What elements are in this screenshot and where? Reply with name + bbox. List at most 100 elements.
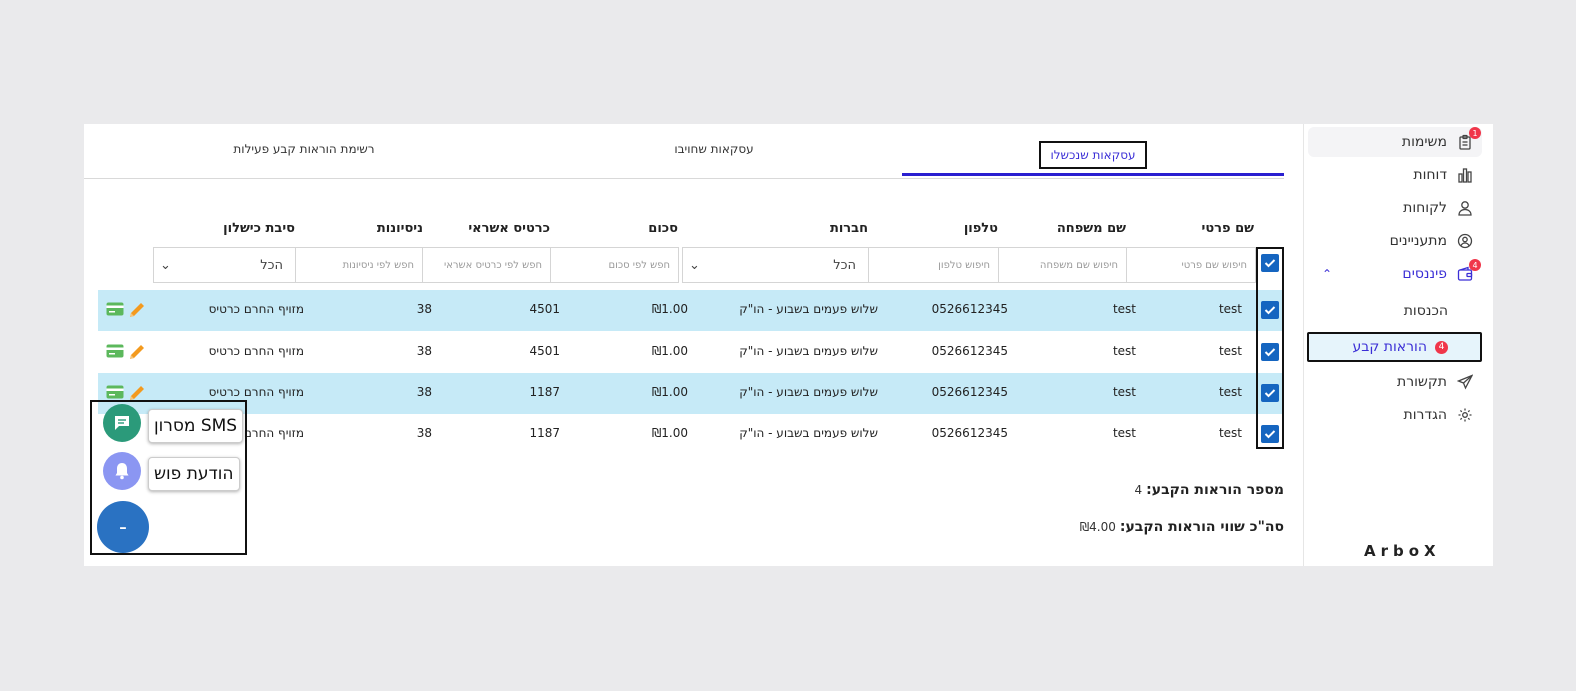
cell-attempts: 38 xyxy=(416,302,432,316)
credit-card-icon[interactable] xyxy=(106,301,124,320)
tasks-badge: 1 xyxy=(1469,127,1481,139)
bell-icon xyxy=(115,463,129,480)
cell-amount: ₪1.00 xyxy=(651,302,688,316)
sidebar-item-label: דוחות xyxy=(1413,167,1447,183)
count-label: מספר הוראות הקבע: xyxy=(1146,482,1284,498)
cell-card: 1187 xyxy=(529,385,560,399)
membership-select[interactable]: ⌄ הכל xyxy=(682,247,869,283)
cell-attempts: 38 xyxy=(416,426,432,440)
cell-last-name: test xyxy=(1112,426,1136,440)
sidebar-item-reports[interactable]: דוחות xyxy=(1308,160,1482,190)
cell-first-name: test xyxy=(1218,302,1242,316)
wallet-icon: 4 xyxy=(1456,259,1481,283)
card-search-input[interactable]: חפש לפי כרטיס אשראי xyxy=(422,247,551,283)
sidebar-item-label: הוראות קבע xyxy=(1352,339,1427,355)
chevron-down-icon: ⌄ xyxy=(160,257,171,273)
column-header-last-name: שם משפחה xyxy=(1056,221,1126,236)
sidebar-item-label: מתעניינים xyxy=(1389,233,1447,249)
tabs-bar: עסקאות שנכשלו עסקאות שחויבו רשימת הוראות… xyxy=(84,124,1284,179)
fab-main-button[interactable]: - xyxy=(97,501,149,553)
membership-select-value: הכל xyxy=(833,257,856,273)
sidebar-item-customers[interactable]: לקוחות xyxy=(1308,193,1482,223)
total-value: ₪4.00 xyxy=(1079,520,1116,534)
count-value: 4 xyxy=(1134,483,1143,497)
checkbox-column-highlight xyxy=(1256,247,1284,449)
sidebar-item-standing-orders[interactable]: הוראות קבע 4 xyxy=(1307,332,1482,362)
sms-fab-label[interactable]: מסרון SMS xyxy=(148,409,244,443)
cell-card: 1187 xyxy=(529,426,560,440)
failure-reason-select-value: הכל xyxy=(260,257,283,273)
cell-phone: 0526612345 xyxy=(931,426,1008,440)
cell-last-name: test xyxy=(1112,302,1136,316)
cell-amount: ₪1.00 xyxy=(651,426,688,440)
standing-orders-count: מספר הוראות הקבע:4 xyxy=(1135,482,1284,498)
chevron-down-icon: ⌄ xyxy=(689,257,700,273)
sidebar-item-label: הכנסות xyxy=(1403,303,1448,319)
sidebar-item-settings[interactable]: הגדרות xyxy=(1308,400,1482,430)
attempts-search-input[interactable]: חפש לפי ניסיונות xyxy=(295,247,423,283)
pencil-edit-icon[interactable] xyxy=(128,343,146,365)
column-header-attempts: ניסיונות xyxy=(376,221,423,236)
user-circle-icon xyxy=(1456,232,1474,250)
cell-phone: 0526612345 xyxy=(931,302,1008,316)
sidebar-item-communication[interactable]: תקשורת xyxy=(1308,367,1482,397)
sms-fab-button[interactable] xyxy=(103,404,141,442)
cell-first-name: test xyxy=(1218,426,1242,440)
total-label: סה"כ שווי הוראות הקבע: xyxy=(1119,519,1284,535)
push-fab-button[interactable] xyxy=(103,452,141,490)
sidebar: משימות 1 דוחות לקוחות מתעניינים ⌃ פיננסי… xyxy=(1303,124,1493,566)
finance-badge: 4 xyxy=(1469,259,1481,271)
tab-failed-transactions[interactable]: עסקאות שנכשלו xyxy=(1039,141,1147,169)
push-fab-label[interactable]: הודעת פוש xyxy=(148,457,240,491)
standing-orders-badge: 4 xyxy=(1435,340,1448,354)
cell-failure-reason: מזויף החרם כרטיס xyxy=(208,385,304,399)
cell-first-name: test xyxy=(1218,344,1242,358)
tab-charged-transactions[interactable]: עסקאות שחויבו xyxy=(674,142,754,156)
sidebar-item-label: הגדרות xyxy=(1403,407,1447,423)
table-row[interactable]: test test 0526612345 שלוש פעמים בשבוע - … xyxy=(98,290,1284,331)
sidebar-item-finance[interactable]: ⌃ פיננסים 4 xyxy=(1308,259,1482,289)
sidebar-item-income[interactable]: הכנסות xyxy=(1308,296,1482,326)
standing-orders-total: סה"כ שווי הוראות הקבע:₪4.00 xyxy=(1080,519,1284,535)
cell-attempts: 38 xyxy=(416,385,432,399)
cell-failure-reason: מזויף החרם כרטיס xyxy=(208,344,304,358)
phone-search-input[interactable]: חיפוש טלפון xyxy=(868,247,999,283)
table-row[interactable]: test test 0526612345 שלוש פעמים בשבוע - … xyxy=(98,373,1284,414)
cell-amount: ₪1.00 xyxy=(651,344,688,358)
send-icon xyxy=(1456,373,1474,391)
amount-search-input[interactable]: חפש לפי סכום xyxy=(550,247,679,283)
cell-membership: שלוש פעמים בשבוע - הו"ק xyxy=(739,385,878,399)
column-header-phone: טלפון xyxy=(963,221,998,236)
tab-active-standing-orders[interactable]: רשימת הוראות קבע פעילות xyxy=(224,142,384,156)
cell-last-name: test xyxy=(1112,344,1136,358)
last-name-search-input[interactable]: חיפוש שם משפחה xyxy=(998,247,1127,283)
column-header-amount: סכום xyxy=(648,221,678,236)
first-name-search-input[interactable]: חיפוש שם פרטי xyxy=(1126,247,1256,283)
bar-chart-icon xyxy=(1456,166,1474,184)
sidebar-item-label: פיננסים xyxy=(1402,266,1447,282)
clipboard-icon: 1 xyxy=(1456,127,1481,151)
chevron-up-icon[interactable]: ⌃ xyxy=(1322,267,1332,281)
failure-reason-select[interactable]: ⌄ הכל xyxy=(153,247,296,283)
sidebar-item-label: לקוחות xyxy=(1403,200,1447,216)
column-header-credit-card: כרטיס אשראי xyxy=(468,221,550,236)
cell-card: 4501 xyxy=(529,344,560,358)
cell-first-name: test xyxy=(1218,385,1242,399)
column-header-first-name: שם פרטי xyxy=(1201,221,1254,236)
cell-attempts: 38 xyxy=(416,344,432,358)
pencil-edit-icon[interactable] xyxy=(128,301,146,323)
chat-icon xyxy=(115,416,129,430)
credit-card-icon[interactable] xyxy=(106,343,124,362)
gear-icon xyxy=(1456,406,1474,424)
brand-logo: ArboX xyxy=(1364,542,1441,560)
sidebar-item-tasks[interactable]: משימות 1 xyxy=(1308,127,1482,157)
sidebar-item-label: תקשורת xyxy=(1397,374,1447,390)
sidebar-item-label: משימות xyxy=(1401,134,1447,150)
active-tab-underline xyxy=(902,173,1284,176)
table-row[interactable]: test test 0526612345 שלוש פעמים בשבוע - … xyxy=(98,332,1284,373)
cell-membership: שלוש פעמים בשבוע - הו"ק xyxy=(739,344,878,358)
app-window: משימות 1 דוחות לקוחות מתעניינים ⌃ פיננסי… xyxy=(84,124,1493,566)
cell-amount: ₪1.00 xyxy=(651,385,688,399)
sidebar-item-leads[interactable]: מתעניינים xyxy=(1308,226,1482,256)
table-row[interactable]: test test 0526612345 שלוש פעמים בשבוע - … xyxy=(98,414,1284,455)
